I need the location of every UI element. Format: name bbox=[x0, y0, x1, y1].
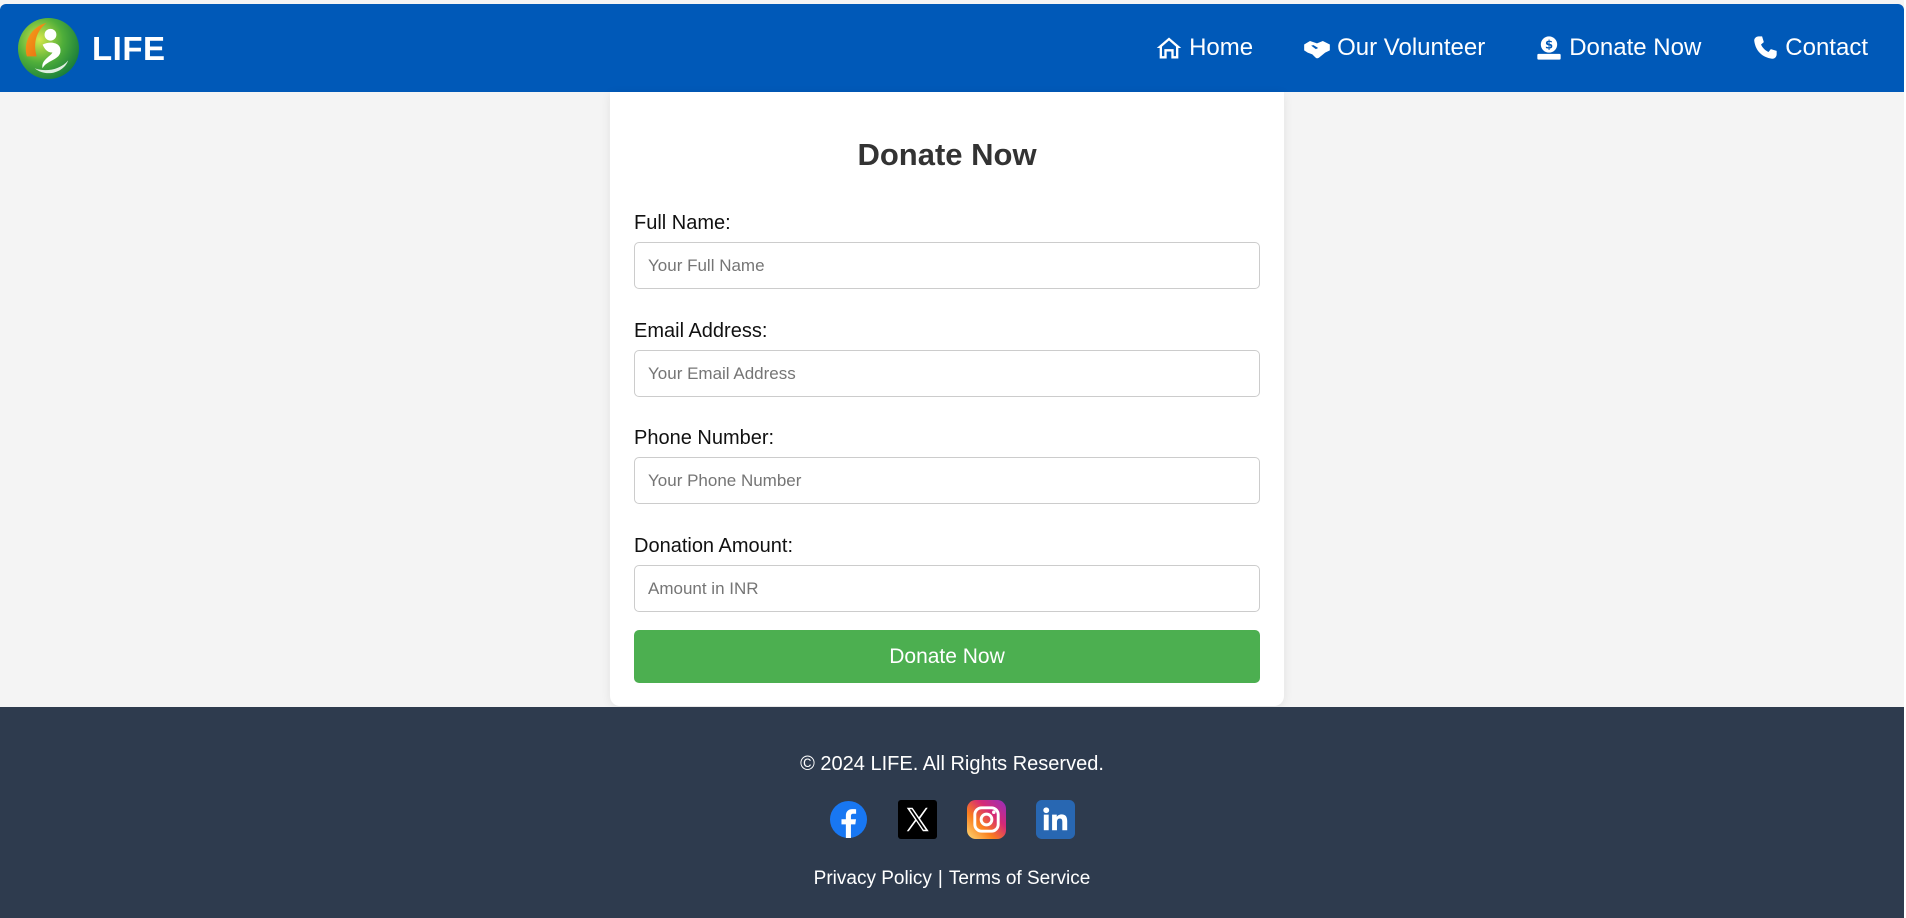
donation-form-card: Donate Now Full Name: Email Address: Pho… bbox=[610, 92, 1284, 706]
nav-our-volunteer-label: Our Volunteer bbox=[1337, 34, 1486, 61]
instagram-icon[interactable] bbox=[967, 800, 1006, 839]
nav-contact-label: Contact bbox=[1785, 34, 1868, 61]
nav-home-label: Home bbox=[1189, 34, 1254, 61]
form-title: Donate Now bbox=[857, 137, 1037, 172]
main-nav: Home Our Volunteer $ Donate Now Contact bbox=[1105, 4, 1868, 92]
donation-amount-label: Donation Amount: bbox=[634, 535, 793, 557]
x-icon[interactable] bbox=[898, 800, 937, 839]
copyright-text: © 2024 LIFE. All Rights Reserved. bbox=[800, 753, 1104, 775]
nav-donate-now[interactable]: $ Donate Now bbox=[1535, 34, 1701, 62]
terms-of-service-link[interactable]: Terms of Service bbox=[949, 868, 1090, 889]
phone-icon bbox=[1754, 36, 1777, 59]
nav-contact[interactable]: Contact bbox=[1751, 34, 1868, 62]
nav-donate-now-label: Donate Now bbox=[1569, 34, 1702, 61]
donation-amount-input[interactable] bbox=[634, 565, 1260, 612]
privacy-policy-link[interactable]: Privacy Policy bbox=[814, 868, 932, 889]
site-footer: © 2024 LIFE. All Rights Reserved. Privac… bbox=[0, 707, 1904, 918]
brand[interactable]: LIFE bbox=[17, 17, 166, 80]
life-logo-icon bbox=[17, 17, 80, 80]
facebook-icon[interactable] bbox=[829, 800, 868, 839]
footer-links: Privacy Policy | Terms of Service bbox=[0, 868, 1904, 890]
donate-now-button[interactable]: Donate Now bbox=[634, 630, 1260, 683]
home-icon bbox=[1156, 37, 1182, 59]
social-links bbox=[0, 800, 1904, 839]
phone-input[interactable] bbox=[634, 457, 1260, 504]
site-header: LIFE Home Our Volunteer $ Donate Now Con… bbox=[0, 4, 1904, 92]
phone-label: Phone Number: bbox=[634, 427, 775, 449]
donate-icon: $ bbox=[1537, 36, 1561, 60]
link-separator: | bbox=[937, 868, 943, 889]
full-name-label: Full Name: bbox=[634, 212, 731, 234]
full-name-input[interactable] bbox=[634, 242, 1260, 289]
nav-home[interactable]: Home bbox=[1155, 34, 1253, 62]
nav-our-volunteer[interactable]: Our Volunteer bbox=[1303, 34, 1485, 62]
linkedin-icon[interactable] bbox=[1036, 800, 1075, 839]
brand-name: LIFE bbox=[92, 29, 166, 67]
handshake-icon bbox=[1304, 41, 1330, 59]
email-input[interactable] bbox=[634, 350, 1260, 397]
page: LIFE Home Our Volunteer $ Donate Now Con… bbox=[0, 0, 1904, 918]
email-label: Email Address: bbox=[634, 320, 768, 342]
svg-text:$: $ bbox=[1545, 38, 1553, 52]
